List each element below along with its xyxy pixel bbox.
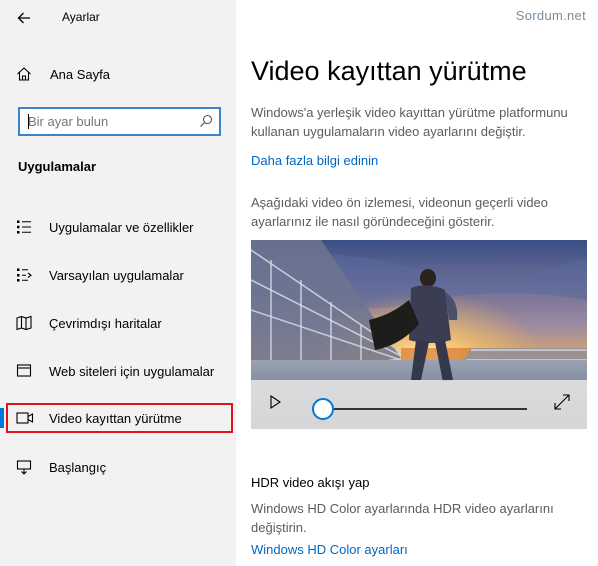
fullscreen-icon[interactable] [553,393,571,411]
title-bar: Ayarlar [0,0,236,36]
main-content: Video kayıttan yürütme Windows'a yerleşi… [236,0,598,566]
sidebar-item-label: Ana Sayfa [50,67,110,82]
sidebar-item-label: Çevrimdışı haritalar [49,316,162,331]
section-heading: Uygulamalar [18,159,97,174]
learn-more-link[interactable]: Daha fazla bilgi edinin [251,153,378,168]
hdr-section-title: HDR video akışı yap [251,475,370,490]
hdr-description: Windows HD Color ayarlarında HDR video a… [251,501,554,535]
video-preview[interactable] [251,240,587,429]
search-icon[interactable] [199,114,213,128]
sidebar-item-label: Başlangıç [49,460,107,475]
sidebar-item-apps-features[interactable]: Uygulamalar ve özellikler [0,211,236,243]
play-icon[interactable] [267,394,283,410]
highlight-frame [6,403,233,433]
app-title: Ayarlar [62,10,100,24]
search-box[interactable] [18,107,221,136]
offline-maps-icon [16,315,32,331]
search-input[interactable] [28,111,198,132]
seek-track[interactable] [323,408,527,410]
sidebar-item-label: Varsayılan uygulamalar [49,268,184,283]
sidebar-item-label: Web siteleri için uygulamalar [49,364,215,379]
back-arrow-icon [17,12,30,24]
page-description: Windows'a yerleşik video kayıttan yürütm… [251,105,568,139]
sidebar-item-apps-for-websites[interactable]: Web siteleri için uygulamalar [0,355,236,387]
back-button[interactable] [14,8,34,28]
video-controls [251,380,587,429]
sidebar-item-default-apps[interactable]: Varsayılan uygulamalar [0,259,236,291]
sidebar: Ayarlar Ana Sayfa Uygulamalar Uygulamala… [0,0,236,566]
hd-color-settings-link[interactable]: Windows HD Color ayarları [251,542,408,557]
preview-description: Aşağıdaki video ön izlemesi, videonun ge… [251,195,549,229]
sidebar-item-home[interactable]: Ana Sayfa [0,60,236,90]
seek-slider-thumb[interactable] [312,398,334,420]
default-apps-icon [17,268,32,282]
apps-features-icon [17,220,31,234]
home-icon [17,67,31,81]
sidebar-item-startup[interactable]: Başlangıç [0,451,236,483]
apps-for-websites-icon [16,364,32,377]
sidebar-item-offline-maps[interactable]: Çevrimdışı haritalar [0,307,236,339]
startup-icon [16,460,32,475]
sidebar-item-label: Uygulamalar ve özellikler [49,220,194,235]
page-title: Video kayıttan yürütme [251,56,527,86]
